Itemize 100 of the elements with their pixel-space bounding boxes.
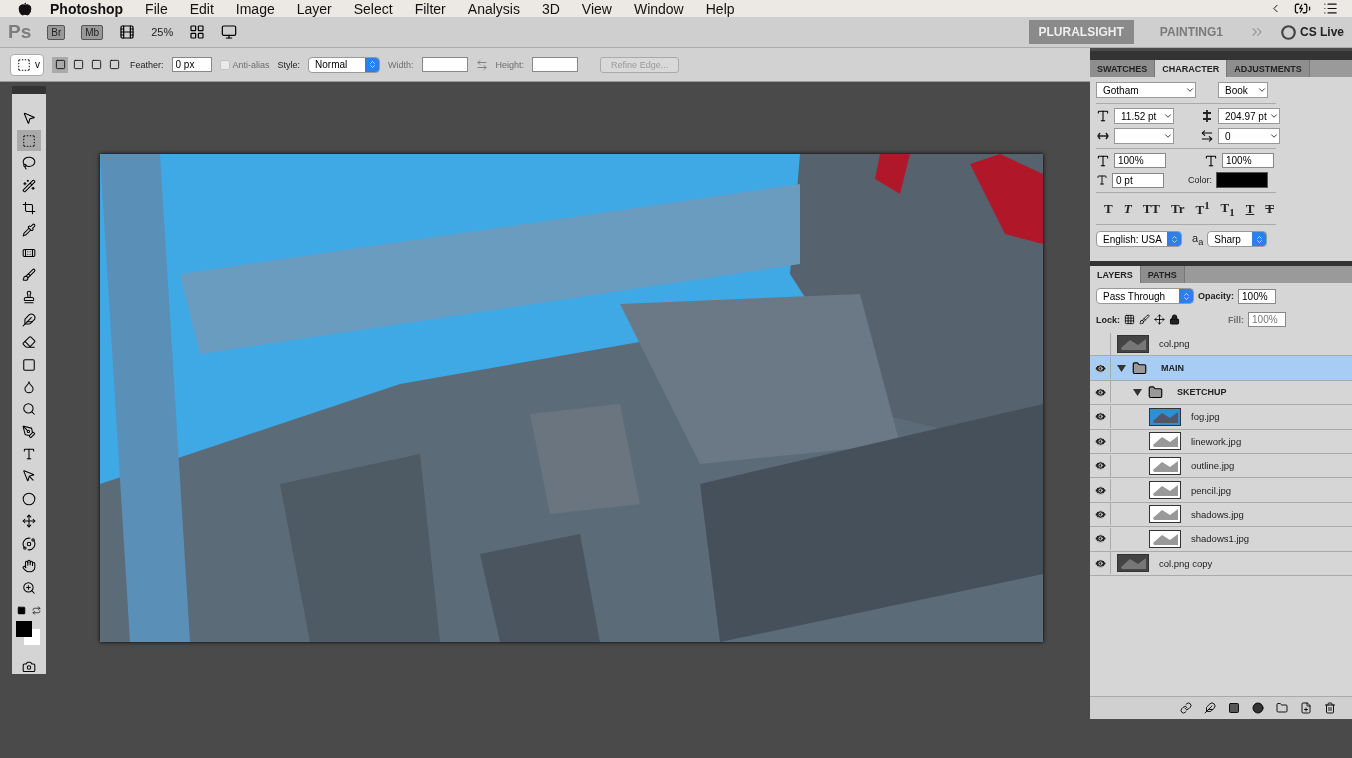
text-style-button[interactable]: TT — [1142, 200, 1160, 217]
stepper-icon — [367, 60, 377, 69]
link-icon — [1180, 702, 1192, 714]
color-label: Color: — [1188, 175, 1212, 185]
lock-transparency-icon — [1124, 314, 1135, 325]
style-select[interactable]: Normal — [308, 56, 381, 73]
font-size-field[interactable]: 11.52 pt — [1114, 108, 1174, 124]
lock-position-icon — [1154, 314, 1165, 325]
layer-row[interactable]: shadows1.jpg — [1090, 527, 1352, 552]
layer-row[interactable]: linework.jpg — [1090, 429, 1352, 454]
height-field[interactable] — [532, 57, 579, 72]
selection-arrow-icon — [22, 469, 36, 484]
opacity-label: Opacity: — [1198, 291, 1234, 301]
pan-3d-icon — [22, 514, 36, 529]
text-style-button[interactable]: T$^{1}$ — [1195, 199, 1210, 219]
antialias-select[interactable]: Sharp — [1207, 231, 1268, 248]
bridge-button[interactable]: Br — [47, 24, 66, 40]
ellipse-icon — [22, 491, 36, 506]
folder-icon — [1276, 702, 1288, 714]
lasso-icon — [22, 156, 36, 171]
chevron-down-icon — [1185, 85, 1195, 95]
crop-icon — [22, 200, 36, 215]
kerning-field[interactable] — [1114, 128, 1174, 144]
menu-item[interactable]: Image — [235, 0, 275, 17]
font-size-icon — [1096, 109, 1110, 123]
menu-item[interactable]: Select — [353, 0, 393, 17]
lock-pixels-icon — [1139, 314, 1150, 325]
font-style-select[interactable]: Book — [1218, 82, 1268, 98]
text-style-button[interactable]: Tr — [1170, 200, 1185, 217]
language-select[interactable]: English: USA — [1096, 231, 1182, 248]
panel-tab[interactable]: ADJUSTMENTS — [1227, 60, 1310, 77]
menu-item[interactable]: Edit — [189, 0, 214, 17]
app-logo: Ps — [8, 21, 32, 43]
menu-item[interactable]: Help — [705, 0, 735, 17]
tracking-icon — [1200, 129, 1214, 143]
panel-tab[interactable]: SWATCHES — [1090, 60, 1156, 77]
zoom-level[interactable]: 25% — [151, 26, 174, 38]
menu-item[interactable]: 3D — [541, 0, 560, 17]
text-style-button[interactable]: T — [1123, 200, 1132, 217]
square-icon — [72, 59, 84, 70]
layer-row[interactable]: pencil.jpg — [1090, 478, 1352, 503]
adjustment-icon — [1252, 702, 1264, 714]
eye-icon — [1093, 361, 1107, 375]
panel-tab[interactable]: CHARACTER — [1155, 60, 1228, 77]
view-extras-icon — [119, 24, 136, 40]
style-label: Style: — [277, 59, 301, 70]
layer-row[interactable]: col.png copy — [1090, 551, 1352, 576]
swap-icon — [475, 58, 488, 71]
cs-live-icon — [1281, 24, 1296, 40]
hand-icon — [22, 558, 36, 573]
text-style-button[interactable]: T — [1265, 200, 1274, 217]
opacity-field[interactable]: 100% — [1238, 288, 1276, 304]
menu-item[interactable]: File — [145, 0, 168, 17]
layer-row[interactable]: col.png — [1090, 332, 1352, 357]
apple-icon — [18, 1, 32, 16]
vertical-scale-field[interactable]: 100% — [1114, 153, 1166, 168]
baseline-shift-icon — [1096, 174, 1108, 186]
expand-triangle-icon[interactable] — [1133, 387, 1142, 397]
square-icon — [54, 59, 66, 70]
cs-live-button[interactable]: CS Live — [1300, 25, 1344, 39]
tracking-field[interactable]: 0 — [1218, 128, 1280, 144]
panel-tab[interactable]: LAYERS — [1090, 266, 1141, 283]
font-family-select[interactable]: Gotham — [1096, 82, 1196, 98]
horizontal-scale-field[interactable]: 100% — [1222, 153, 1274, 168]
layer-row[interactable]: outline.jpg — [1090, 453, 1352, 479]
layer-row[interactable]: fog.jpg — [1090, 405, 1352, 430]
swap-colors-icon — [32, 606, 41, 616]
new-layer-icon — [1300, 702, 1312, 714]
menu-item[interactable]: View — [581, 0, 612, 17]
menu-item[interactable]: Filter — [414, 0, 446, 17]
width-field[interactable] — [421, 57, 468, 72]
text-style-button[interactable]: T$_{1}$ — [1220, 199, 1235, 218]
text-color-swatch[interactable] — [1216, 172, 1268, 188]
tool-preset-picker[interactable]: v — [10, 53, 44, 76]
folder-icon — [1148, 384, 1163, 400]
marquee-icon — [17, 57, 31, 72]
blend-mode-select[interactable]: Pass Through — [1096, 288, 1194, 304]
menu-item[interactable]: Window — [633, 0, 684, 17]
menu-item[interactable]: Analysis — [467, 0, 520, 17]
menu-item[interactable]: Photoshop — [50, 0, 124, 17]
text-style-button[interactable]: T — [1245, 200, 1255, 217]
selection-mode-button[interactable] — [52, 56, 68, 73]
panel-tab[interactable]: PATHS — [1140, 266, 1185, 283]
leading-field[interactable]: 204.97 pt — [1218, 108, 1280, 124]
menu-item[interactable]: Layer — [296, 0, 332, 17]
layer-row[interactable]: MAIN — [1090, 356, 1352, 381]
mini-bridge-button[interactable]: Mb — [81, 24, 104, 40]
marquee-icon — [22, 133, 36, 148]
baseline-shift-field[interactable]: 0 pt — [1112, 172, 1164, 188]
feather-field[interactable]: 0 px — [171, 57, 212, 72]
layer-row[interactable]: shadows.jpg — [1090, 502, 1352, 528]
text-style-button[interactable]: T — [1104, 200, 1113, 217]
list-icon — [1323, 1, 1338, 16]
expand-triangle-icon[interactable] — [1117, 363, 1126, 373]
color-swatches-icon[interactable] — [16, 620, 42, 647]
chevron-down-icon — [1257, 85, 1267, 95]
antialias-label: a$_{a}$ — [1192, 231, 1204, 247]
quick-mask-icon — [22, 660, 36, 674]
tool-button[interactable] — [17, 130, 41, 152]
layer-row[interactable]: SKETCHUP — [1090, 380, 1352, 406]
